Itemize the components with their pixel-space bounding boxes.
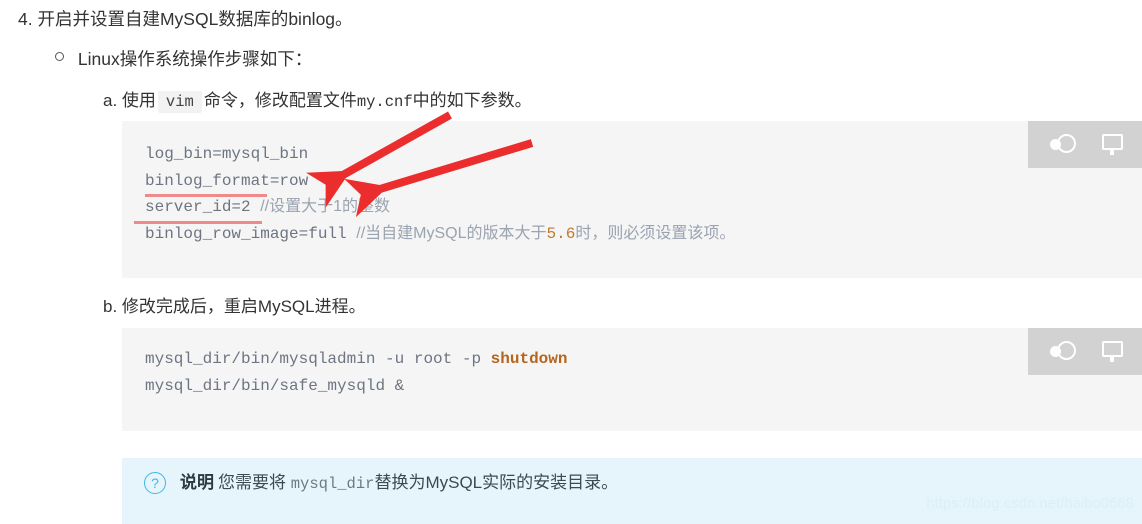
annotation-underline-server-id — [134, 221, 262, 224]
list-marker-4: 4. — [18, 9, 33, 29]
document-page: 4. 开启并设置自建MySQL数据库的binlog。 Linux操作系统操作步骤… — [0, 0, 1142, 524]
note-label: 说明 — [180, 473, 214, 492]
code-toolbar[interactable] — [1028, 328, 1142, 375]
theme-toggle-icon[interactable] — [1050, 132, 1076, 158]
list-item-linux-text: Linux操作系统操作步骤如下： — [77, 49, 313, 69]
code-text: log_bin=mysql_bin — [145, 145, 309, 163]
list-item-a: a. 使用 vim 命令，修改配置文件my.cnf中的如下参数。 — [103, 88, 532, 115]
code-toolbar[interactable] — [1028, 121, 1142, 168]
code-line: binlog_row_image=full //当自建MySQL的版本大于5.6… — [145, 221, 735, 248]
inline-code-vim: vim — [157, 91, 202, 113]
code-block-my-cnf[interactable]: log_bin=mysql_bin binlog_format=row serv… — [122, 121, 1142, 278]
question-circle-icon: ? — [144, 472, 166, 494]
item-a-suffix-1: 命令，修改配置文件 — [203, 91, 357, 110]
code-comment: //当自建MySQL的版本大于 — [356, 224, 547, 242]
copy-code-icon[interactable] — [1100, 339, 1126, 365]
code-line: log_bin=mysql_bin — [145, 141, 735, 168]
note-inner: ? 说明 您需要将 mysql_dir替换为MySQL实际的安装目录。 — [144, 470, 618, 497]
code-comment: //设置大于1的整数 — [260, 198, 391, 215]
copy-code-icon[interactable] — [1100, 132, 1126, 158]
theme-toggle-icon[interactable] — [1050, 339, 1076, 365]
note-text-after: 替换为MySQL实际的安装目录。 — [374, 473, 619, 492]
code-text: binlog_row_image=full — [145, 224, 347, 243]
list-item-4-text: 开启并设置自建MySQL数据库的binlog。 — [37, 9, 353, 29]
code-text: mysql_dir/bin/safe_mysqld & — [145, 376, 405, 395]
annotation-underline-binlog-format — [145, 194, 267, 197]
item-a-prefix: 使用 — [121, 91, 156, 110]
copy-icon-screen — [1102, 133, 1123, 150]
list-item-linux: Linux操作系统操作步骤如下： — [55, 46, 312, 72]
list-item-b-text: 修改完成后，重启MySQL进程。 — [121, 297, 366, 316]
code-block-restart-mysql[interactable]: mysql_dir/bin/mysqladmin -u root -p shut… — [122, 328, 1142, 431]
code-line: mysql_dir/bin/mysqladmin -u root -p shut… — [145, 346, 567, 373]
code-line: mysql_dir/bin/safe_mysqld & — [145, 373, 567, 400]
code-text: mysql_dir/bin/mysqladmin -u root -p — [145, 350, 491, 368]
watermark: https://blog.csdn.net/haibo0668 — [926, 496, 1134, 512]
item-a-suffix-2: 中的如下参数。 — [412, 91, 532, 110]
code-block-2-lines: mysql_dir/bin/mysqladmin -u root -p shut… — [145, 346, 567, 399]
copy-icon-screen — [1102, 340, 1123, 357]
code-text: binlog_format=row — [145, 171, 309, 190]
theme-toggle-ring — [1057, 340, 1076, 360]
code-keyword-shutdown: shutdown — [490, 350, 568, 368]
note-text: 说明 您需要将 mysql_dir替换为MySQL实际的安装目录。 — [180, 470, 618, 497]
note-mono-mysql-dir: mysql_dir — [290, 475, 375, 493]
code-comment-tail: 时，则必须设置该项。 — [575, 224, 736, 242]
code-line: binlog_format=row — [145, 168, 735, 195]
copy-icon-stand — [1110, 356, 1114, 362]
code-line: server_id=2 //设置大于1的整数 — [145, 194, 735, 221]
code-comment-version: 5.6 — [546, 224, 576, 243]
note-text-before: 您需要将 — [218, 473, 286, 492]
inline-mono-mycnf: my.cnf — [356, 93, 413, 111]
bullet-circle-icon — [55, 52, 64, 61]
list-item-4: 4. 开启并设置自建MySQL数据库的binlog。 — [18, 6, 353, 32]
theme-toggle-ring — [1057, 133, 1076, 153]
copy-icon-stand — [1110, 149, 1114, 155]
note-callout: ? 说明 您需要将 mysql_dir替换为MySQL实际的安装目录。 — [122, 458, 1142, 524]
list-item-b: b. 修改完成后，重启MySQL进程。 — [103, 294, 366, 320]
code-text: server_id=2 — [145, 198, 251, 216]
list-marker-a: a. — [103, 91, 118, 110]
list-marker-b: b. — [103, 297, 118, 316]
